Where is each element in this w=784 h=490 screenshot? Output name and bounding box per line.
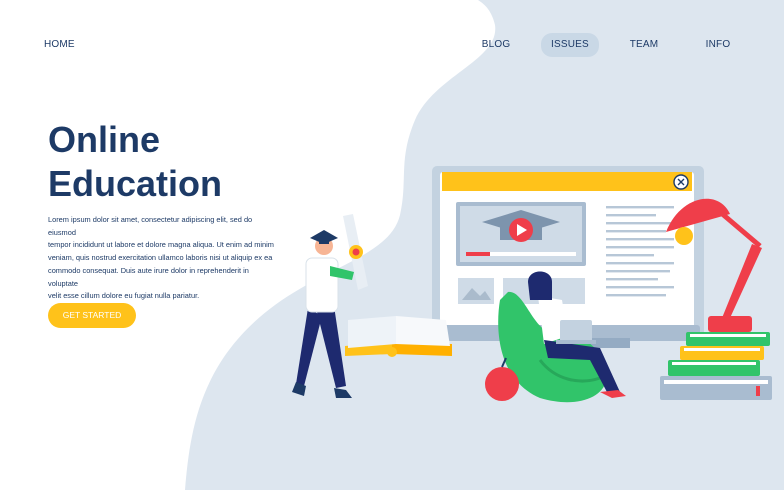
online-education-illustration <box>292 166 772 403</box>
video-player[interactable] <box>456 202 586 266</box>
graduate-student-figure <box>292 214 368 398</box>
close-icon[interactable] <box>673 174 689 190</box>
open-book <box>345 316 452 357</box>
book-stack <box>660 332 772 400</box>
